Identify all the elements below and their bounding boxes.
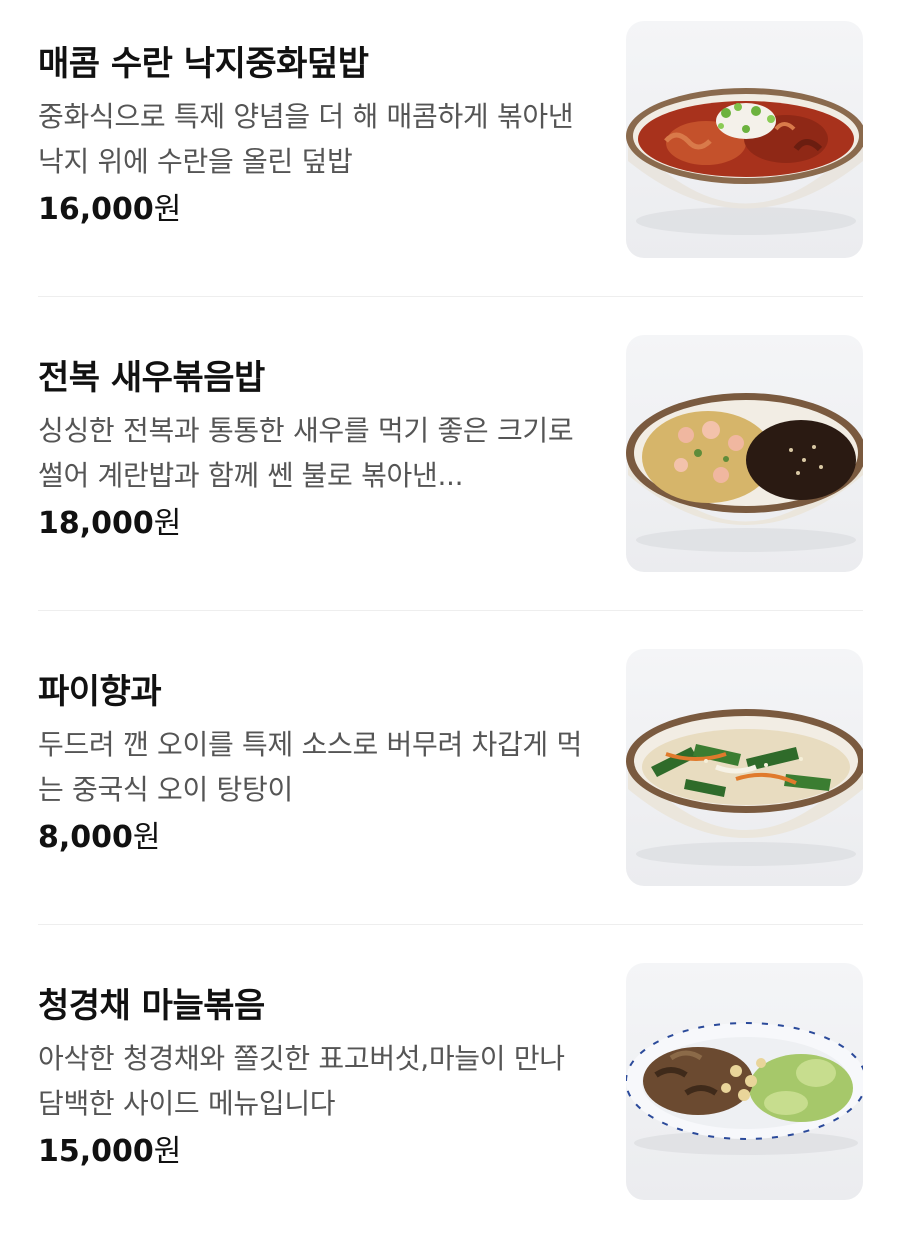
menu-item-smashed-cucumber-salad[interactable]: 파이향과 두드려 깬 오이를 특제 소스로 버무려 차갑게 먹는 중국식 오이 …	[0, 628, 900, 942]
price-amount: 8,000	[38, 820, 133, 855]
dish-illustration	[626, 393, 863, 552]
dish-illustration	[626, 1022, 863, 1155]
menu-item-description: 두드려 깬 오이를 특제 소스로 버무려 차갑게 먹는 중국식 오이 탕탕이	[38, 728, 582, 806]
menu-list: 매콤 수란 낙지중화덮밥 중화식으로 특제 양념을 더 해 매콤하게 볶아낸 낙…	[0, 0, 900, 1232]
menu-item-bok-choy-garlic-stirfry[interactable]: 청경채 마늘볶음 아삭한 청경채와 쫄깃한 표고버섯,마늘이 만나 담백한 사이…	[0, 942, 900, 1256]
divider	[38, 610, 863, 611]
menu-item-price: 16,000원	[38, 188, 598, 232]
menu-item-name: 파이향과	[38, 672, 162, 712]
dish-illustration	[626, 88, 863, 235]
menu-item-description: 중화식으로 특제 양념을 더 해 매콤하게 볶아낸 낙지 위에 수란을 올린 덮…	[38, 100, 574, 178]
price-amount: 16,000	[38, 192, 154, 227]
abalone-shrimp-fried-rice-photo[interactable]	[626, 335, 863, 572]
bok-choy-garlic-stirfry-photo[interactable]	[626, 963, 863, 1200]
price-currency: 원	[132, 820, 161, 855]
price-currency: 원	[153, 506, 182, 541]
menu-item-text: 파이향과 두드려 깬 오이를 특제 소스로 버무려 차갑게 먹는 중국식 오이 …	[38, 668, 598, 860]
menu-item-abalone-shrimp-fried-rice[interactable]: 전복 새우볶음밥 싱싱한 전복과 통통한 새우를 먹기 좋은 크기로 썰어 계란…	[0, 314, 900, 628]
menu-item-text: 전복 새우볶음밥 싱싱한 전복과 통통한 새우를 먹기 좋은 크기로 썰어 계란…	[38, 354, 598, 546]
menu-item-name: 청경채 마늘볶음	[38, 986, 265, 1026]
price-amount: 18,000	[38, 506, 154, 541]
dish-illustration	[626, 709, 863, 866]
divider	[38, 296, 863, 297]
menu-item-text: 청경채 마늘볶음 아삭한 청경채와 쫄깃한 표고버섯,마늘이 만나 담백한 사이…	[38, 982, 598, 1174]
menu-item-name: 전복 새우볶음밥	[38, 358, 265, 398]
menu-item-price: 18,000원	[38, 502, 598, 546]
menu-item-price: 8,000원	[38, 816, 598, 860]
menu-item-price: 15,000원	[38, 1130, 598, 1174]
price-amount: 15,000	[38, 1134, 154, 1169]
menu-item-description: 싱싱한 전복과 통통한 새우를 먹기 좋은 크기로 썰어 계란밥과 함께 쎈 불…	[38, 414, 574, 492]
divider	[38, 924, 863, 925]
menu-item-spicy-octopus-rice-bowl[interactable]: 매콤 수란 낙지중화덮밥 중화식으로 특제 양념을 더 해 매콤하게 볶아낸 낙…	[0, 0, 900, 314]
smashed-cucumber-salad-photo[interactable]	[626, 649, 863, 886]
menu-item-text: 매콤 수란 낙지중화덮밥 중화식으로 특제 양념을 더 해 매콤하게 볶아낸 낙…	[38, 40, 598, 232]
menu-item-name: 매콤 수란 낙지중화덮밥	[38, 44, 369, 84]
price-currency: 원	[153, 192, 182, 227]
menu-item-description: 아삭한 청경채와 쫄깃한 표고버섯,마늘이 만나 담백한 사이드 메뉴입니다	[38, 1042, 565, 1120]
spicy-octopus-rice-bowl-photo[interactable]	[626, 21, 863, 258]
price-currency: 원	[153, 1134, 182, 1169]
